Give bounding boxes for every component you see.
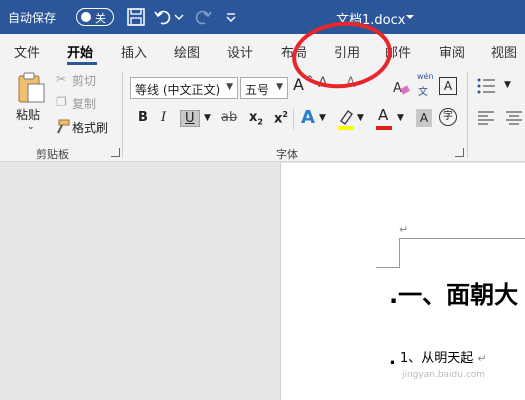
ribbon-tabs: 文件 开始 插入 绘图 设计 布局 引用 邮件 审阅 视图 — [0, 34, 525, 66]
cut-icon: ✂ — [56, 72, 67, 86]
phonetic-guide-icon[interactable]: 文 — [418, 83, 428, 98]
autosave-toggle[interactable]: 关 — [76, 8, 114, 26]
toggle-state-label: 关 — [95, 12, 106, 25]
bold-button[interactable]: B — [138, 110, 148, 125]
list-item[interactable]: . 1、从明天起 ↵ — [389, 347, 487, 369]
highlight-icon[interactable] — [337, 108, 355, 130]
toggle-knob — [81, 12, 91, 22]
clipboard-group-label: 剪贴板 — [36, 148, 69, 161]
title-bar: 自动保存 关 文档1.docx — [0, 0, 525, 34]
undo-dropdown-icon[interactable] — [173, 7, 185, 27]
character-border-icon[interactable]: A — [439, 77, 457, 95]
subscript-button[interactable]: x2 — [249, 110, 263, 127]
font-launcher-icon[interactable] — [455, 148, 464, 157]
save-icon[interactable] — [126, 7, 146, 27]
tab-home[interactable]: 开始 — [67, 42, 93, 61]
text-effects-icon[interactable]: A — [301, 107, 315, 128]
margin-guide — [399, 238, 525, 239]
font-color-dropdown-icon[interactable]: ▼ — [397, 113, 404, 123]
enclose-characters-icon[interactable]: 字 — [439, 108, 457, 126]
ribbon-home: 粘贴 ⌄ ✂ 剪切 ❐ 复制 格式刷 剪贴板 等线 (中文正文) ▼ 五号 ▼ … — [0, 66, 525, 162]
clear-formatting-icon[interactable]: A — [392, 78, 410, 96]
margin-guide — [376, 267, 400, 268]
align-center-icon[interactable] — [505, 111, 523, 125]
active-tab-indicator — [67, 62, 97, 65]
cut-button: 剪切 — [72, 74, 97, 88]
redo-icon[interactable] — [193, 7, 213, 27]
chevron-down-icon: ▼ — [226, 82, 233, 92]
tab-insert[interactable]: 插入 — [121, 42, 147, 61]
group-separator — [122, 72, 123, 158]
paste-icon[interactable] — [16, 72, 46, 104]
font-color-icon[interactable]: A — [378, 106, 388, 124]
font-size-value: 五号 — [245, 83, 270, 97]
font-name-value: 等线 (中文正文) — [135, 83, 221, 97]
font-size-combo[interactable]: 五号 ▼ — [240, 77, 288, 99]
paste-dropdown-icon[interactable]: ⌄ — [27, 122, 35, 132]
chevron-down-icon: ▼ — [276, 82, 283, 92]
bullets-dropdown-icon[interactable]: ▼ — [504, 80, 511, 90]
subscript-mark: 2 — [257, 117, 263, 127]
paragraph-mark: ↵ — [399, 223, 409, 236]
underline-button[interactable]: U — [180, 110, 200, 127]
undo-icon[interactable] — [153, 7, 173, 27]
font-group-label: 字体 — [276, 148, 298, 161]
svg-text:A: A — [393, 81, 402, 96]
list-paragraph-mark: ↵ — [477, 352, 487, 365]
title-dropdown-icon[interactable] — [404, 7, 416, 27]
align-left-icon[interactable] — [477, 111, 495, 125]
format-separator — [293, 108, 294, 130]
font-color-bar — [376, 126, 392, 130]
list-item-text: 1、从明天起 — [399, 351, 474, 366]
tab-review[interactable]: 审阅 — [439, 42, 465, 61]
superscript-mark: 2 — [282, 110, 288, 119]
highlight-dropdown-icon[interactable]: ▼ — [357, 113, 364, 123]
customize-toolbar-icon[interactable] — [224, 7, 238, 27]
copy-button: 复制 — [72, 97, 97, 111]
italic-button[interactable]: I — [161, 110, 166, 125]
group-separator — [467, 72, 468, 158]
tab-design[interactable]: 设计 — [227, 42, 253, 61]
strikethrough-button[interactable]: ab — [221, 110, 237, 125]
underline-dropdown-icon[interactable]: ▼ — [204, 113, 211, 123]
format-painter-button[interactable]: 格式刷 — [72, 119, 108, 136]
list-bullet: . — [389, 348, 396, 369]
paste-button[interactable]: 粘贴 — [16, 106, 40, 123]
format-painter-icon[interactable] — [54, 119, 70, 135]
heading-1[interactable]: .一、面朝大 — [389, 275, 518, 310]
document-canvas: ↵ .一、面朝大 . 1、从明天起 ↵ — [0, 163, 525, 400]
margin-guide — [399, 238, 400, 268]
document-page[interactable]: ↵ .一、面朝大 . 1、从明天起 ↵ — [280, 163, 525, 400]
superscript-button[interactable]: x2 — [274, 110, 288, 126]
text-effects-dropdown-icon[interactable]: ▼ — [319, 113, 326, 123]
copy-icon: ❐ — [56, 95, 67, 109]
bullets-icon[interactable] — [477, 78, 497, 94]
watermark: jingyan.baidu.com — [402, 370, 486, 380]
font-name-combo[interactable]: 等线 (中文正文) ▼ — [130, 77, 238, 99]
phonetic-guide-top: wén — [417, 72, 434, 81]
autosave-label: 自动保存 — [8, 11, 57, 25]
tab-draw[interactable]: 绘图 — [174, 42, 200, 61]
character-shading-icon[interactable]: A — [416, 109, 432, 127]
tab-file[interactable]: 文件 — [14, 42, 40, 61]
clipboard-launcher-icon[interactable] — [111, 148, 120, 157]
tab-view[interactable]: 视图 — [491, 42, 517, 61]
